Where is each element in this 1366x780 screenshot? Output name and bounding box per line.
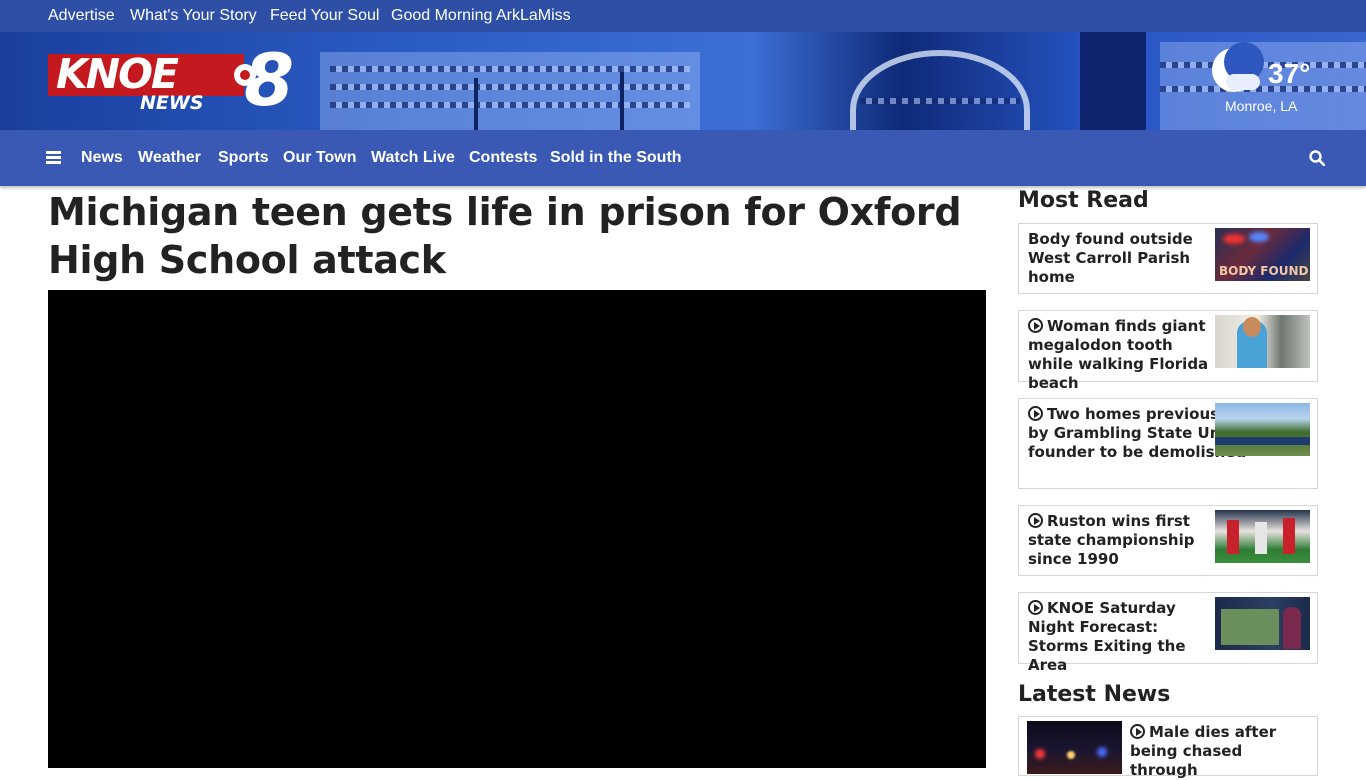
most-read-heading: Most Read xyxy=(1018,188,1149,213)
most-read-item-title: Woman finds giant megalodon tooth while … xyxy=(1028,317,1209,392)
banner-arena-dome xyxy=(850,50,1030,130)
latest-news-item[interactable]: Male dies after being chased through xyxy=(1018,716,1318,779)
top-utility-bar: Advertise What's Your Story Feed Your So… xyxy=(0,0,1366,32)
nav-item-watch-live[interactable]: Watch Live xyxy=(371,149,455,167)
nav-item-sold-in-the-south[interactable]: Sold in the South xyxy=(550,149,682,167)
video-play-icon xyxy=(1130,724,1145,739)
logo-knoe-text: KNOE xyxy=(56,50,179,98)
most-read-item-thumbnail[interactable]: BODY FOUND xyxy=(1215,228,1310,281)
knoe-8-news-logo[interactable]: KNOE NEWS 8 xyxy=(48,38,308,122)
nav-item-contests[interactable]: Contests xyxy=(469,149,537,167)
banner-building xyxy=(320,52,700,130)
most-read-item[interactable]: Woman finds giant megalodon tooth while … xyxy=(1018,310,1318,392)
video-play-icon xyxy=(1028,406,1043,421)
video-play-icon xyxy=(1028,600,1043,615)
nav-item-news[interactable]: News xyxy=(81,149,123,167)
most-read-item[interactable]: KNOE Saturday Night Forecast: Storms Exi… xyxy=(1018,592,1318,674)
feed-your-soul-link[interactable]: Feed Your Soul xyxy=(270,7,379,25)
latest-news-item-thumbnail[interactable] xyxy=(1027,721,1122,774)
thumbnail-caption: BODY FOUND xyxy=(1219,264,1309,278)
most-read-item-title: KNOE Saturday Night Forecast: Storms Exi… xyxy=(1028,599,1186,674)
good-morning-arklamiss-link[interactable]: Good Morning ArkLaMiss xyxy=(391,7,571,25)
logo-news-text: NEWS xyxy=(140,92,204,114)
advertise-link[interactable]: Advertise xyxy=(48,7,115,25)
most-read-item-thumbnail[interactable] xyxy=(1215,403,1310,456)
latest-news-item-title: Male dies after being chased through xyxy=(1130,723,1277,779)
most-read-item[interactable]: Ruston wins first state championship sin… xyxy=(1018,505,1318,576)
nav-item-weather[interactable]: Weather xyxy=(138,149,201,167)
latest-news-heading: Latest News xyxy=(1018,682,1171,707)
most-read-item-title[interactable]: Body found outside West Carroll Parish h… xyxy=(1028,230,1214,287)
video-play-icon xyxy=(1028,513,1043,528)
most-read-item-thumbnail[interactable] xyxy=(1215,315,1310,368)
weather-location: Monroe, LA xyxy=(1225,98,1298,114)
nav-item-sports[interactable]: Sports xyxy=(218,149,269,167)
most-read-item[interactable]: Two homes previously owned by Grambling … xyxy=(1018,398,1318,489)
hamburger-menu-icon[interactable] xyxy=(46,151,61,164)
most-read-item-thumbnail[interactable] xyxy=(1215,510,1310,563)
main-navigation: News Weather Sports Our Town Watch Live … xyxy=(0,130,1366,186)
weather-widget[interactable]: 37° Monroe, LA xyxy=(1212,42,1322,118)
video-player[interactable] xyxy=(48,290,986,768)
most-read-item[interactable]: Body found outside West Carroll Parish h… xyxy=(1018,223,1318,294)
nav-item-our-town[interactable]: Our Town xyxy=(283,149,356,167)
most-read-item-title: Ruston wins first state championship sin… xyxy=(1028,512,1195,568)
article-headline: Michigan teen gets life in prison for Ox… xyxy=(48,190,962,282)
most-read-item-thumbnail[interactable] xyxy=(1215,597,1310,650)
whats-your-story-link[interactable]: What's Your Story xyxy=(130,7,257,25)
weather-temperature: 37° xyxy=(1268,58,1311,89)
video-play-icon xyxy=(1028,318,1043,333)
search-icon[interactable] xyxy=(1309,150,1325,166)
logo-eight-text: 8 xyxy=(244,38,295,122)
